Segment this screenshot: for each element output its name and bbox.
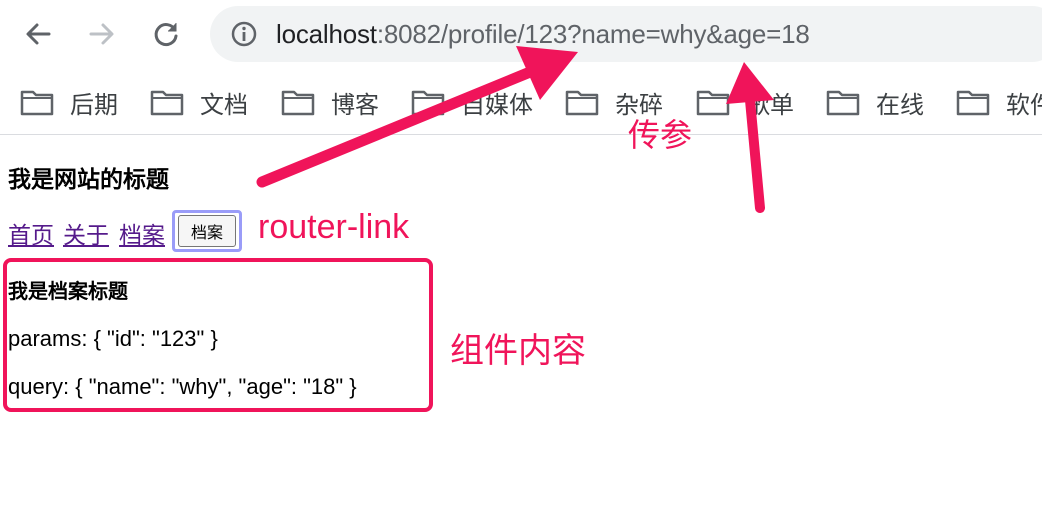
bookmark-folder[interactable]: 文档 [150,82,248,122]
folder-icon [20,90,54,116]
back-arrow-icon [26,23,51,45]
folder-icon [411,90,445,116]
address-bar[interactable]: localhost:8082/profile/123?name=why&age=… [210,6,1042,62]
archive-button[interactable]: 档案 [178,215,236,247]
folder-icon [826,90,860,116]
bookmark-label: 软件 [1006,90,1042,119]
info-icon[interactable] [230,20,258,48]
folder-icon [281,90,315,116]
nav-link-about[interactable]: 关于 [63,216,109,250]
archive-button-focus-ring[interactable]: 档案 [172,210,242,252]
bookmark-label: 自媒体 [461,90,533,119]
forward-arrow-icon [89,23,114,45]
bookmarks-bar: 后期 文档 博客 自媒体 杂碎 歌单 在线 软件 [0,70,1042,135]
nav-link-home[interactable]: 首页 [8,216,54,250]
folder-icon [150,90,184,116]
bookmark-folder[interactable]: 软件 [956,82,1042,122]
url-text[interactable]: localhost:8082/profile/123?name=why&age=… [276,19,810,50]
reload-icon [154,23,178,46]
browser-toolbar: localhost:8082/profile/123?name=why&age=… [0,0,1042,70]
bookmark-label: 文档 [200,90,248,119]
bookmark-folder[interactable]: 在线 [826,82,924,122]
annotation-component-content: 组件内容 [450,331,586,371]
bookmark-label: 博客 [331,90,379,119]
annotation-pass-params: 传参 [628,116,693,154]
nav-link-archive[interactable]: 档案 [119,216,165,250]
url-host: localhost [276,18,377,49]
bookmark-folder[interactable]: 后期 [20,82,118,122]
bookmark-label: 在线 [876,90,924,119]
bookmark-folder[interactable]: 博客 [281,82,379,122]
bookmark-label: 后期 [70,90,118,119]
bookmark-folder[interactable]: 歌单 [696,82,794,122]
component-highlight-box [3,258,433,412]
bookmark-label: 歌单 [746,90,794,119]
url-path: :8082/profile/123?name=why&age=18 [376,18,810,49]
forward-button[interactable] [82,14,122,54]
bookmark-folder[interactable]: 自媒体 [411,82,533,122]
back-button[interactable] [18,14,58,54]
folder-icon [565,90,599,116]
folder-icon [956,90,990,116]
reload-button[interactable] [146,14,186,54]
folder-icon [696,90,730,116]
annotation-router-link: router-link [258,208,410,246]
page-title: 我是网站的标题 [8,167,169,193]
